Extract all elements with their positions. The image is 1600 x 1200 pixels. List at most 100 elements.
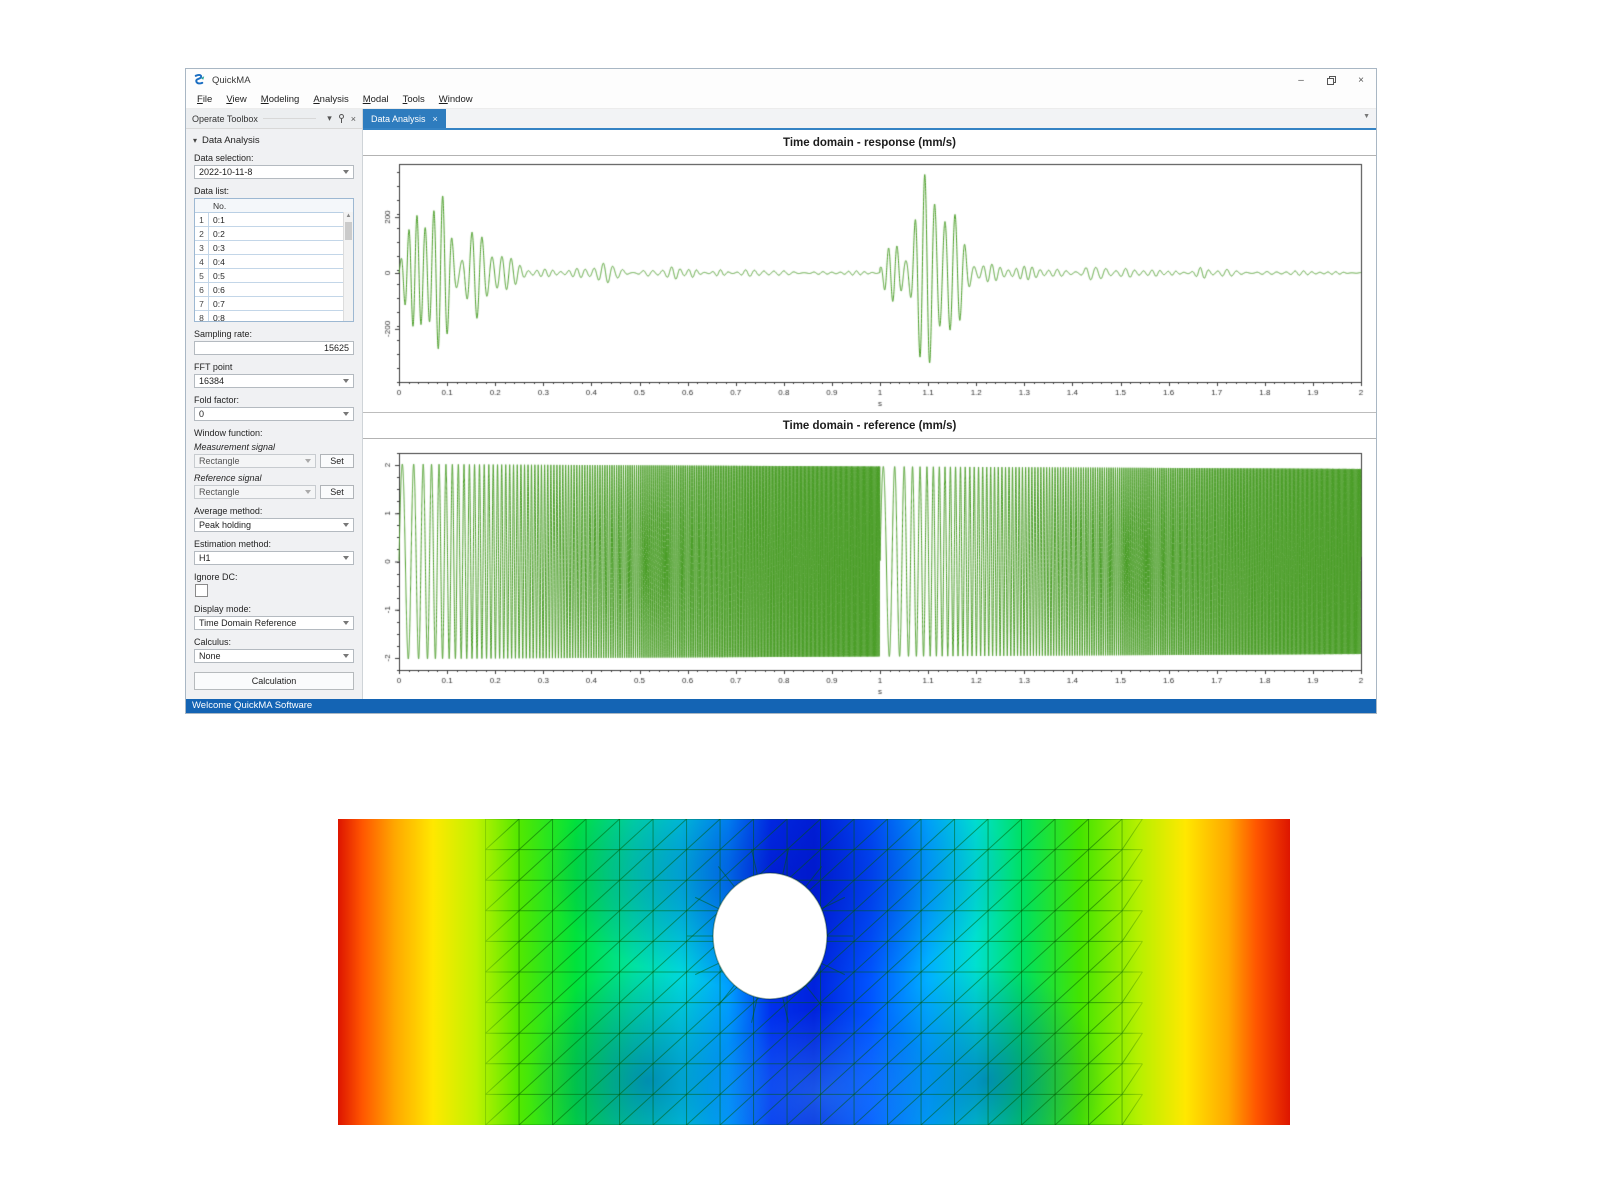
response-chart-widget: Time domain - response (mm/s) [363, 130, 1376, 413]
data-list-header-no: No. [208, 201, 226, 211]
chevron-down-icon [305, 490, 311, 494]
reference-chart-widget: Time domain - reference (mm/s) [363, 413, 1376, 699]
menu-item-modal[interactable]: Modal [356, 93, 396, 106]
estimation-method-select[interactable]: H1 [194, 551, 354, 565]
tab-close-icon[interactable]: × [433, 114, 438, 124]
menu-item-analysis[interactable]: Analysis [306, 93, 355, 106]
calculus-label: Calculus: [194, 637, 354, 647]
section-title: Data Analysis [202, 135, 260, 146]
average-method-select[interactable]: Peak holding [194, 518, 354, 532]
data-list-table: No. 10:120:230:340:450:560:670:780:890:9… [194, 198, 354, 322]
data-list-row[interactable]: 80:8 [195, 311, 353, 322]
window-function-label: Window function: [194, 428, 354, 438]
data-list-row[interactable]: 60:6 [195, 283, 353, 297]
chevron-down-icon [343, 556, 349, 560]
tab-strip: Data Analysis × ▼ [363, 109, 1376, 130]
data-list-row[interactable]: 50:5 [195, 269, 353, 283]
reference-chart-canvas [363, 439, 1376, 699]
toolbox-drag-handle [263, 118, 316, 119]
fold-factor-label: Fold factor: [194, 395, 354, 405]
reference-plot-area [363, 439, 1376, 699]
row-number: 4 [195, 255, 209, 268]
main-area: Data Analysis × ▼ Time domain - response… [363, 109, 1376, 699]
tab-label: Data Analysis [371, 114, 426, 124]
reference-set-button[interactable]: Set [320, 485, 354, 499]
response-plot-area [363, 156, 1376, 412]
toolbox-dropdown-icon[interactable]: ▾ [327, 113, 332, 124]
row-value: 0:2 [209, 229, 225, 239]
measurement-signal-select[interactable]: Rectangle [194, 454, 316, 468]
fold-factor-select[interactable]: 0 [194, 407, 354, 421]
calculus-value: None [199, 651, 221, 661]
ignore-dc-checkbox[interactable] [195, 584, 208, 597]
reference-signal-value: Rectangle [199, 487, 240, 497]
display-mode-select[interactable]: Time Domain Reference [194, 616, 354, 630]
section-data-analysis[interactable]: ▾ Data Analysis [193, 135, 354, 146]
minimize-button[interactable]: – [1286, 69, 1316, 91]
data-selection-value: 2022-10-11-8 [199, 167, 252, 177]
sampling-rate-label: Sampling rate: [194, 329, 354, 339]
measurement-signal-label: Measurement signal [194, 442, 354, 452]
toolbox-pin-icon[interactable] [338, 114, 345, 123]
menu-item-window[interactable]: Window [432, 93, 480, 106]
menu-item-view[interactable]: View [219, 93, 253, 106]
data-list-row[interactable]: 30:3 [195, 241, 353, 255]
fft-point-select[interactable]: 16384 [194, 374, 354, 388]
menu-item-file[interactable]: File [190, 93, 219, 106]
section-collapse-icon: ▾ [193, 136, 197, 145]
calculation-button[interactable]: Calculation [194, 672, 354, 690]
row-number: 8 [195, 311, 209, 322]
row-number: 5 [195, 269, 209, 282]
menu-bar: FileViewModelingAnalysisModalToolsWindow [186, 91, 1376, 109]
data-list-row[interactable]: 10:1 [195, 213, 353, 227]
measurement-set-button[interactable]: Set [320, 454, 354, 468]
restore-button[interactable] [1316, 69, 1346, 91]
data-selection-select[interactable]: 2022-10-11-8 [194, 165, 354, 179]
restore-icon [1327, 76, 1336, 85]
app-logo-icon [192, 73, 207, 88]
row-number: 3 [195, 241, 209, 254]
menu-item-tools[interactable]: Tools [396, 93, 432, 106]
chart-document: Time domain - response (mm/s) Time domai… [363, 130, 1376, 699]
window-content: Operate Toolbox ▾ × ▾ Data Analysis Data… [186, 109, 1376, 699]
toolbox-body: ▾ Data Analysis Data selection: 2022-10-… [186, 129, 362, 699]
row-number: 6 [195, 283, 209, 296]
fft-point-value: 16384 [199, 376, 224, 386]
row-value: 0:4 [209, 257, 225, 267]
average-method-value: Peak holding [199, 520, 251, 530]
row-value: 0:7 [209, 299, 225, 309]
data-list-row[interactable]: 40:4 [195, 255, 353, 269]
display-mode-value: Time Domain Reference [199, 618, 296, 628]
toolbox-close-icon[interactable]: × [351, 114, 356, 124]
chevron-down-icon [343, 654, 349, 658]
row-value: 0:5 [209, 271, 225, 281]
row-value: 0:6 [209, 285, 225, 295]
menu-item-modeling[interactable]: Modeling [254, 93, 307, 106]
ignore-dc-label: Ignore DC: [194, 572, 354, 582]
data-list-row[interactable]: 20:2 [195, 227, 353, 241]
reference-signal-select[interactable]: Rectangle [194, 485, 316, 499]
data-list-row[interactable]: 70:7 [195, 297, 353, 311]
title-bar: QuickMA – × [186, 69, 1376, 91]
app-window: QuickMA – × FileViewModelingAnalysisModa… [185, 68, 1377, 714]
tabbar-pin-icon[interactable]: ▼ [1363, 113, 1370, 120]
chevron-down-icon [343, 523, 349, 527]
reference-chart-title: Time domain - reference (mm/s) [363, 413, 1376, 439]
display-mode-label: Display mode: [194, 604, 354, 614]
fold-factor-value: 0 [199, 409, 204, 419]
data-list-scrollbar[interactable]: ▲ [343, 212, 353, 321]
data-list-label: Data list: [194, 186, 354, 196]
scrollbar-thumb[interactable] [345, 222, 352, 240]
chevron-down-icon [343, 412, 349, 416]
data-list-header-row: No. [195, 199, 353, 213]
average-method-label: Average method: [194, 506, 354, 516]
close-button[interactable]: × [1346, 69, 1376, 91]
row-number: 2 [195, 227, 209, 240]
chevron-down-icon [305, 459, 311, 463]
estimation-method-label: Estimation method: [194, 539, 354, 549]
scroll-up-icon[interactable]: ▲ [344, 212, 353, 220]
sampling-rate-input[interactable]: 15625 [194, 341, 354, 355]
row-number: 1 [195, 213, 209, 226]
tab-data-analysis[interactable]: Data Analysis × [363, 109, 446, 128]
calculus-select[interactable]: None [194, 649, 354, 663]
